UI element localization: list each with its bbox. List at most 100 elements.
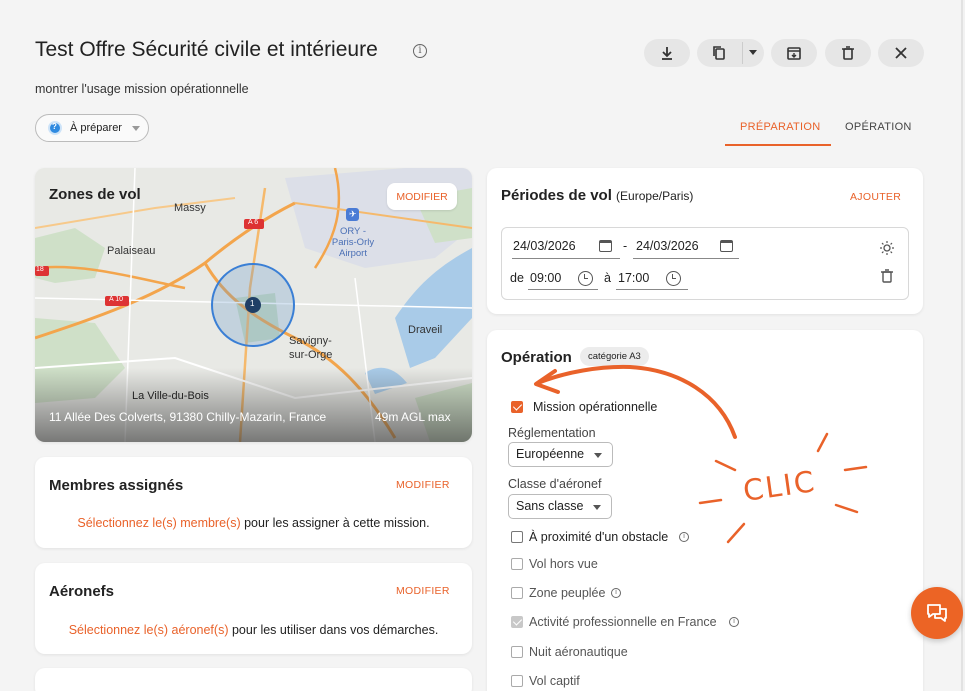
calendar-icon[interactable] bbox=[720, 240, 733, 252]
start-time-field[interactable]: 09:00 bbox=[528, 268, 598, 290]
operation-title: Opération bbox=[501, 349, 572, 366]
select-aircraft-link[interactable]: Sélectionnez le(s) aéronef(s) bbox=[69, 623, 229, 637]
tethered-label: Vol captif bbox=[529, 674, 580, 688]
caret-down-icon bbox=[131, 125, 140, 131]
sun-icon[interactable] bbox=[879, 240, 895, 256]
flight-zones-title: Zones de vol bbox=[49, 186, 141, 203]
flight-periods-title-text: Périodes de vol bbox=[501, 187, 612, 204]
end-time-field[interactable]: 17:00 bbox=[616, 268, 688, 290]
edit-members-button[interactable]: MODIFIER bbox=[396, 479, 450, 491]
aircraft-class-select[interactable]: Sans classe bbox=[508, 494, 612, 519]
next-card bbox=[35, 668, 472, 691]
date-separator: - bbox=[623, 239, 628, 253]
from-label: de bbox=[510, 271, 524, 285]
page-subtitle: montrer l'usage mission opérationnelle bbox=[35, 82, 249, 96]
regulation-value: Européenne bbox=[516, 447, 585, 461]
calendar-icon[interactable] bbox=[599, 240, 612, 252]
status-select[interactable]: À préparer bbox=[35, 114, 149, 142]
edit-aircraft-button[interactable]: MODIFIER bbox=[396, 585, 450, 597]
regulation-select[interactable]: Européenne bbox=[508, 442, 613, 467]
aircraft-description-text: pour les utiliser dans vos démarches. bbox=[228, 623, 439, 637]
edit-zones-button[interactable]: MODIFIER bbox=[387, 183, 457, 210]
map-label-draveil: Draveil bbox=[408, 324, 443, 336]
bvlos-checkbox[interactable] bbox=[511, 558, 523, 570]
professional-activity-checkbox[interactable] bbox=[511, 616, 523, 628]
info-icon[interactable]: i bbox=[413, 44, 427, 58]
flight-zones-map[interactable]: Zones de vol MODIFIER Massy Palaiseau OR… bbox=[35, 168, 472, 442]
add-period-button[interactable]: AJOUTER bbox=[850, 191, 901, 203]
populated-zone-label: Zone peuplée bbox=[529, 586, 606, 600]
flight-periods-card: Périodes de vol (Europe/Paris) AJOUTER 2… bbox=[487, 168, 923, 314]
aircraft-title: Aéronefs bbox=[49, 583, 115, 600]
regulation-label: Réglementation bbox=[508, 426, 596, 440]
active-tab-indicator bbox=[725, 144, 831, 146]
start-date-field[interactable]: 24/03/2026 bbox=[512, 237, 620, 259]
bvlos-label: Vol hors vue bbox=[529, 557, 598, 571]
chat-button[interactable] bbox=[911, 587, 963, 639]
zone-address: 11 Allée Des Colverts, 91380 Chilly-Maza… bbox=[49, 410, 327, 424]
members-description: Sélectionnez le(s) membre(s) pour les as… bbox=[35, 516, 472, 530]
status-label: À préparer bbox=[70, 122, 122, 134]
timezone-label: (Europe/Paris) bbox=[616, 189, 694, 203]
tethered-checkbox[interactable] bbox=[511, 675, 523, 687]
close-button[interactable] bbox=[878, 39, 924, 67]
trash-icon[interactable] bbox=[881, 269, 893, 283]
members-title: Membres assignés bbox=[49, 477, 184, 494]
airport-icon: ✈ bbox=[349, 209, 357, 219]
start-date-value: 24/03/2026 bbox=[513, 239, 576, 253]
zone-altitude: 49m AGL max bbox=[375, 410, 451, 424]
professional-activity-label: Activité professionnelle en France bbox=[529, 615, 717, 629]
download-button[interactable] bbox=[644, 39, 690, 67]
delete-button[interactable] bbox=[825, 39, 871, 67]
period-row: 24/03/2026 - 24/03/2026 de 09:00 à 17:00 bbox=[501, 227, 909, 300]
populated-zone-checkbox[interactable] bbox=[511, 587, 523, 599]
copy-button-group[interactable] bbox=[697, 39, 764, 67]
night-label: Nuit aéronautique bbox=[529, 645, 628, 659]
clock-icon[interactable] bbox=[578, 271, 593, 286]
mission-checkbox[interactable] bbox=[511, 401, 523, 413]
app-window: Test Offre Sécurité civile et intérieure… bbox=[0, 0, 963, 691]
obstacle-label: À proximité d'un obstacle bbox=[529, 530, 669, 544]
road-label-a10: A 10 bbox=[109, 296, 124, 303]
mission-checkbox-label: Mission opérationnelle bbox=[533, 400, 658, 414]
to-label: à bbox=[604, 271, 611, 285]
start-time-value: 09:00 bbox=[530, 271, 562, 285]
aircraft-description: Sélectionnez le(s) aéronef(s) pour les u… bbox=[35, 623, 472, 637]
map-bottom-shade bbox=[35, 368, 472, 442]
download-icon bbox=[662, 47, 672, 60]
road-label-a6: A 6 bbox=[248, 219, 259, 226]
clock-icon[interactable] bbox=[666, 271, 681, 286]
aircraft-class-value: Sans classe bbox=[516, 499, 584, 513]
category-badge: catégorie A3 bbox=[580, 347, 649, 366]
map-label-massy: Massy bbox=[174, 202, 206, 214]
obstacle-checkbox[interactable] bbox=[511, 531, 523, 543]
archive-icon bbox=[787, 47, 801, 60]
night-checkbox[interactable] bbox=[511, 646, 523, 658]
close-icon bbox=[895, 47, 907, 59]
archive-button[interactable] bbox=[771, 39, 817, 67]
caret-down-icon bbox=[594, 453, 602, 458]
tab-operation[interactable]: OPÉRATION bbox=[845, 121, 912, 133]
end-time-value: 17:00 bbox=[618, 271, 650, 285]
end-date-value: 24/03/2026 bbox=[636, 239, 699, 253]
end-date-field[interactable]: 24/03/2026 bbox=[633, 237, 739, 259]
select-members-link[interactable]: Sélectionnez le(s) membre(s) bbox=[77, 516, 240, 530]
flight-periods-title: Périodes de vol (Europe/Paris) bbox=[501, 187, 693, 204]
map-label-palaiseau: Palaiseau bbox=[107, 245, 156, 257]
info-icon[interactable]: i bbox=[611, 588, 621, 598]
caret-down-icon bbox=[593, 505, 601, 510]
zone-marker-count[interactable]: 1 bbox=[250, 299, 254, 308]
tab-preparation[interactable]: PRÉPARATION bbox=[740, 121, 821, 133]
info-icon[interactable]: i bbox=[679, 532, 689, 542]
aircraft-card: Aéronefs MODIFIER Sélectionnez le(s) aér… bbox=[35, 563, 472, 654]
info-icon[interactable]: i bbox=[729, 617, 739, 627]
map-label-ville-du-bois: La Ville-du-Bois bbox=[132, 390, 209, 402]
map-label-orly: ORY - Paris-Orly Airport bbox=[331, 226, 375, 259]
trash-icon bbox=[842, 46, 854, 60]
aircraft-class-label: Classe d'aéronef bbox=[508, 477, 602, 491]
help-circle-icon bbox=[48, 121, 62, 135]
road-label-18: 18 bbox=[36, 266, 44, 273]
chevron-down-icon[interactable] bbox=[749, 50, 757, 56]
copy-icon[interactable] bbox=[711, 45, 727, 61]
page-title: Test Offre Sécurité civile et intérieure bbox=[35, 38, 378, 61]
